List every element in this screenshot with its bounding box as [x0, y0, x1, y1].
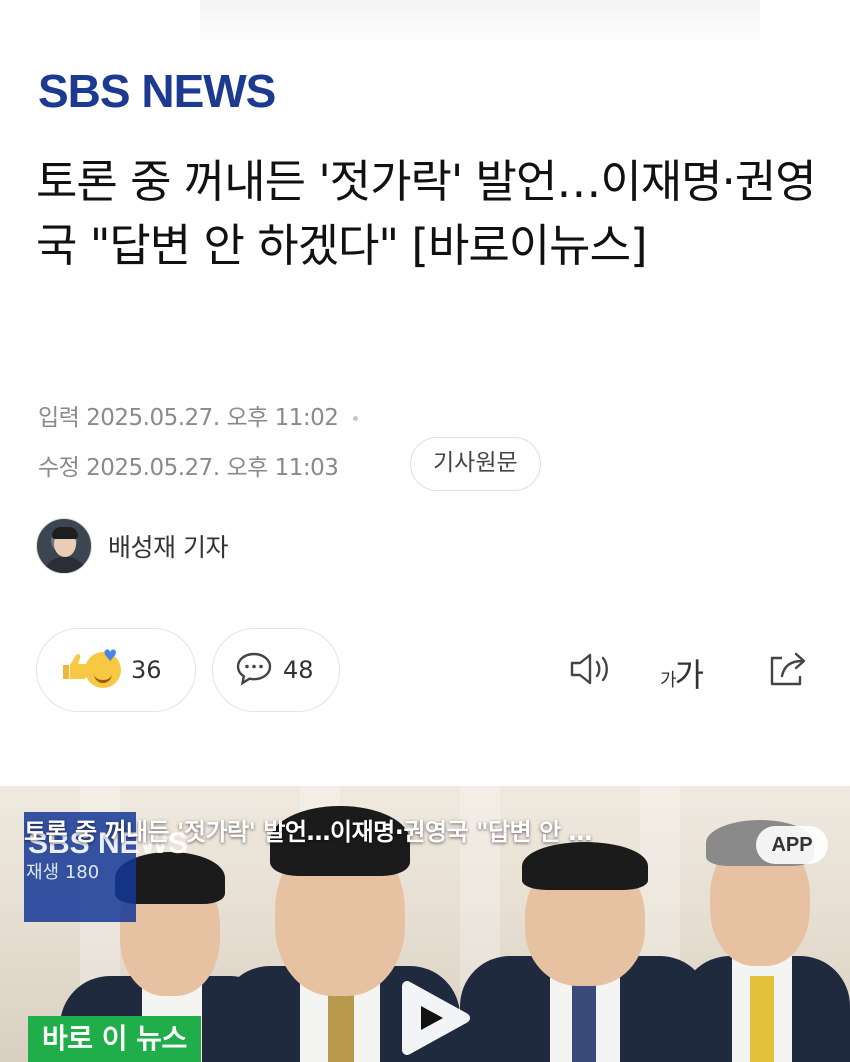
- separator-dot: [353, 416, 359, 421]
- app-badge[interactable]: APP: [756, 826, 828, 864]
- published-text: 입력 2025.05.27. 오후 11:02: [38, 405, 339, 431]
- smile-emoji-icon: ♥: [85, 646, 121, 688]
- original-article-button[interactable]: 기사원문: [410, 437, 541, 491]
- published-time: 입력 2025.05.27. 오후 11:02: [38, 398, 359, 432]
- comment-button[interactable]: 48: [212, 628, 340, 712]
- modified-time: 수정 2025.05.27. 오후 11:03: [38, 455, 339, 481]
- reaction-count: 36: [131, 656, 162, 684]
- play-icon[interactable]: [385, 972, 477, 1062]
- video-caption: 바로 이 뉴스: [28, 1016, 201, 1062]
- comment-icon: [235, 650, 273, 690]
- article-headline: 토론 중 꺼내든 '젓가락' 발언…이재명·권영국 "답변 안 하겠다" [바로…: [36, 155, 817, 272]
- reporter-avatar[interactable]: [36, 518, 92, 574]
- reporter-name[interactable]: 배성재 기자: [108, 528, 228, 564]
- reporter[interactable]: 배성재 기자: [36, 518, 228, 574]
- share-icon[interactable]: [766, 648, 810, 694]
- speaker-icon[interactable]: [568, 648, 614, 694]
- comment-count: 48: [283, 656, 314, 684]
- reaction-button[interactable]: ♥ 36: [36, 628, 196, 712]
- top-fade: [200, 0, 760, 50]
- play-count: 재생 180: [26, 862, 100, 883]
- person-right: [460, 836, 710, 1062]
- video-title: 토론 중 꺼내든 '젓가락' 발언…이재명·권영국 "답변 안 …: [24, 818, 592, 846]
- font-size-button[interactable]: 가가: [660, 650, 704, 696]
- sbs-news-logo[interactable]: SBS NEWS: [38, 68, 276, 114]
